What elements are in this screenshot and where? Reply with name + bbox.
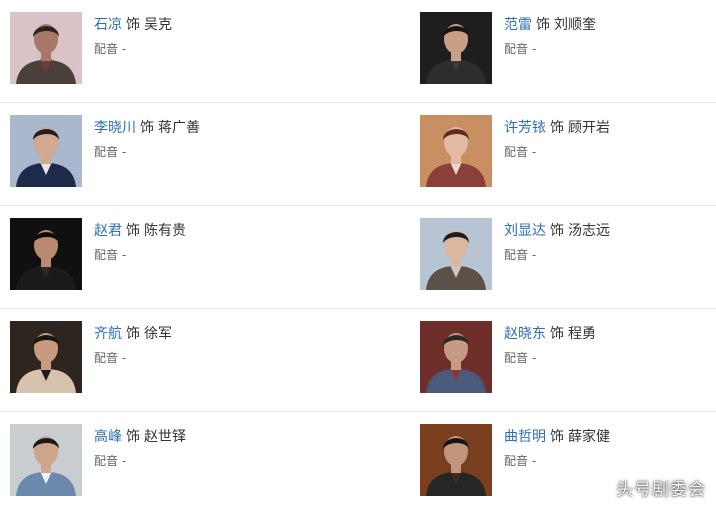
cast-info: 许芳铱饰顾开岩 配音 - [504,119,714,160]
cast-list: 石凉饰吴克 配音 - 范雷饰刘顺奎 配音 - 李晓川 饰 蒋广善 配音 - 许芳… [0,0,716,515]
cast-info: 高峰饰赵世铎 配音 - [94,428,304,469]
actor-photo[interactable] [10,12,82,84]
as-label: 饰 [126,429,140,445]
cast-info: 赵君饰陈有贵 配音 - [94,222,304,263]
dubbing-label: 配音 [504,454,529,468]
dubbing-line: 配音 - [94,144,304,160]
cast-line: 齐航饰徐军 [94,325,304,343]
cast-line: 刘显达饰汤志远 [504,222,714,240]
dubbing-value: - [532,351,537,365]
cast-info: 石凉饰吴克 配音 - [94,16,304,57]
cast-line: 石凉饰吴克 [94,16,304,34]
dubbing-label: 配音 [504,351,529,365]
dubbing-value: - [532,145,537,159]
as-label: 饰 [550,120,564,136]
actor-photo[interactable] [10,424,82,496]
as-label: 饰 [126,326,140,342]
dubbing-line: 配音 - [94,41,304,57]
dubbing-line: 配音 - [504,453,714,469]
dubbing-label: 配音 [94,454,119,468]
cast-row: 李晓川饰蒋广善 配音 - 许芳铱饰顾开岩 配音 - [0,103,716,206]
actor-name-link[interactable]: 石凉 [94,17,122,33]
cast-row: 赵君饰陈有贵 配音 - 刘显达饰汤志远 配音 - [0,206,716,309]
dubbing-label: 配音 [94,351,119,365]
dubbing-line: 配音 - [504,350,714,366]
actor-photo[interactable] [420,115,492,187]
cast-row: 高峰饰赵世铎 配音 - 曲哲明饰薛家健 配音 - [0,412,716,515]
cast-info: 曲哲明饰薛家健 配音 - [504,428,714,469]
actor-name-link[interactable]: 曲哲明 [504,429,546,445]
dubbing-line: 配音 - [94,247,304,263]
as-label: 饰 [536,17,550,33]
cast-info: 赵晓东饰程勇 配音 - [504,325,714,366]
actor-name-link[interactable]: 刘显达 [504,223,546,239]
actor-photo[interactable] [10,115,82,187]
dubbing-value: - [122,42,127,56]
dubbing-line: 配音 - [94,453,304,469]
actor-photo[interactable] [420,321,492,393]
cast-line: 李晓川饰蒋广善 [94,119,304,137]
actor-photo[interactable] [420,12,492,84]
role-name-link[interactable]: 刘顺奎 [554,17,596,33]
role-name-link[interactable]: 陈有贵 [144,223,186,239]
dubbing-line: 配音 - [504,41,714,57]
role-name-link[interactable]: 汤志远 [568,223,610,239]
as-label: 饰 [126,17,140,33]
dubbing-label: 配音 [504,248,529,262]
dubbing-label: 配音 [94,42,119,56]
role-name-link[interactable]: 徐军 [144,326,172,342]
actor-name-link[interactable]: 齐航 [94,326,122,342]
watermark-text: 头号剧委会 [616,480,706,500]
dubbing-value: - [122,454,127,468]
dubbing-label: 配音 [94,145,119,159]
cast-row: 齐航饰徐军 配音 - 赵晓东饰程勇 配音 - [0,309,716,412]
actor-photo[interactable] [10,218,82,290]
role-name-link[interactable]: 薛家健 [568,429,610,445]
dubbing-label: 配音 [504,42,529,56]
actor-name-link[interactable]: 高峰 [94,429,122,445]
actor-name-link[interactable]: 范雷 [504,17,532,33]
dubbing-line: 配音 - [504,144,714,160]
as-label: 饰 [550,223,564,239]
role-name-link[interactable]: 程勇 [568,326,596,342]
cast-line: 许芳铱饰顾开岩 [504,119,714,137]
dubbing-value: - [122,145,127,159]
cast-info: 范雷饰刘顺奎 配音 - [504,16,714,57]
dubbing-value: - [122,351,127,365]
cast-line: 赵君饰陈有贵 [94,222,304,240]
cast-line: 曲哲明饰薛家健 [504,428,714,446]
cast-line: 赵晓东饰程勇 [504,325,714,343]
cast-info: 李晓川饰蒋广善 配音 - [94,119,304,160]
dubbing-value: - [532,454,537,468]
role-name-link[interactable]: 蒋广善 [158,120,200,136]
cast-line: 高峰饰赵世铎 [94,428,304,446]
dubbing-line: 配音 - [94,350,304,366]
dubbing-value: - [532,248,537,262]
dubbing-label: 配音 [504,145,529,159]
as-label: 饰 [550,429,564,445]
actor-name-link[interactable]: 赵晓东 [504,326,546,342]
actor-photo[interactable] [420,218,492,290]
actor-name-link[interactable]: 许芳铱 [504,120,546,136]
actor-photo[interactable] [10,321,82,393]
cast-info: 齐航饰徐军 配音 - [94,325,304,366]
as-label: 饰 [140,120,154,136]
dubbing-line: 配音 - [504,247,714,263]
role-name-link[interactable]: 顾开岩 [568,120,610,136]
dubbing-value: - [532,42,537,56]
dubbing-value: - [122,248,127,262]
role-name-link[interactable]: 赵世铎 [144,429,186,445]
cast-info: 刘显达饰汤志远 配音 - [504,222,714,263]
actor-name-link[interactable]: 赵君 [94,223,122,239]
role-name-link[interactable]: 吴克 [144,17,172,33]
as-label: 饰 [550,326,564,342]
cast-row: 石凉饰吴克 配音 - 范雷饰刘顺奎 配音 - [0,0,716,103]
as-label: 饰 [126,223,140,239]
cast-line: 范雷饰刘顺奎 [504,16,714,34]
actor-name-link[interactable]: 李晓川 [94,120,136,136]
dubbing-label: 配音 [94,248,119,262]
actor-photo[interactable] [420,424,492,496]
